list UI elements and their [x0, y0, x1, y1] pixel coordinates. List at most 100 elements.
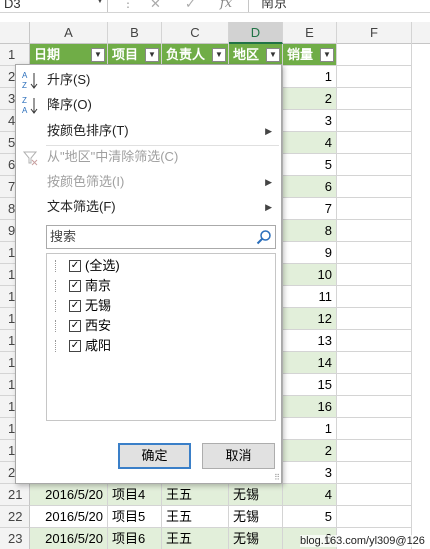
sort-descending-item[interactable]: Z A 降序(O): [16, 92, 281, 118]
checkbox-icon[interactable]: ✓: [69, 340, 81, 352]
text-filter-item[interactable]: 文本筛选(F) ▶: [16, 194, 281, 220]
cell[interactable]: [337, 264, 412, 286]
cell[interactable]: 项目4: [108, 484, 162, 506]
search-icon[interactable]: [256, 229, 272, 245]
cell[interactable]: 9: [283, 242, 337, 264]
filter-dropdown-icon[interactable]: ▼: [145, 48, 159, 62]
cell[interactable]: [337, 396, 412, 418]
cell[interactable]: 1: [283, 418, 337, 440]
cell[interactable]: [337, 154, 412, 176]
cell[interactable]: [337, 418, 412, 440]
cell[interactable]: 3: [283, 462, 337, 484]
checkbox-icon[interactable]: ✓: [69, 320, 81, 332]
cell[interactable]: 3: [283, 110, 337, 132]
cell[interactable]: [337, 44, 412, 66]
cell[interactable]: [337, 352, 412, 374]
name-box[interactable]: D3: [0, 0, 108, 12]
column-header-b[interactable]: B: [108, 22, 162, 44]
resize-grip-icon[interactable]: ⠿: [274, 473, 280, 482]
select-all-corner[interactable]: [0, 22, 30, 44]
cell[interactable]: 14: [283, 352, 337, 374]
sort-by-color-item[interactable]: 按颜色排序(T) ▶: [16, 118, 281, 144]
cell[interactable]: [337, 440, 412, 462]
cancel-button[interactable]: 取消: [202, 443, 275, 469]
cell[interactable]: [337, 462, 412, 484]
cell[interactable]: [337, 132, 412, 154]
cell[interactable]: [337, 286, 412, 308]
checkbox-icon[interactable]: ✓: [69, 260, 81, 272]
filter-dropdown-icon[interactable]: ▼: [320, 48, 334, 62]
filter-search-input[interactable]: 搜索: [46, 225, 276, 249]
cell[interactable]: [337, 110, 412, 132]
cell[interactable]: 王五: [162, 528, 229, 549]
cell[interactable]: 12: [283, 308, 337, 330]
header-cell-sales[interactable]: 销量 ▼: [283, 44, 337, 66]
column-header-f[interactable]: F: [337, 22, 412, 44]
column-header-d[interactable]: D: [229, 22, 283, 44]
filter-value-list[interactable]: ✓ (全选) ✓ 南京 ✓ 无锡 ✓ 西安 ✓ 咸阳: [46, 253, 276, 421]
cell[interactable]: [337, 220, 412, 242]
cell[interactable]: 1: [283, 66, 337, 88]
cell[interactable]: [337, 88, 412, 110]
cell[interactable]: 5: [283, 506, 337, 528]
cancel-entry-icon[interactable]: ✕: [150, 0, 161, 12]
ok-button[interactable]: 确定: [118, 443, 191, 469]
cell[interactable]: 7: [283, 198, 337, 220]
cell[interactable]: 王五: [162, 506, 229, 528]
cell[interactable]: [337, 506, 412, 528]
cell[interactable]: 2: [283, 88, 337, 110]
cell[interactable]: 项目5: [108, 506, 162, 528]
cell[interactable]: 王五: [162, 484, 229, 506]
cell[interactable]: 4: [283, 132, 337, 154]
cell[interactable]: 2016/5/20: [30, 506, 108, 528]
cell[interactable]: 2016/5/20: [30, 484, 108, 506]
filter-dropdown-icon[interactable]: ▼: [91, 48, 105, 62]
filter-by-color-item[interactable]: 按颜色筛选(I) ▶: [16, 169, 281, 195]
name-box-dropdown-icon[interactable]: ▼: [96, 0, 104, 5]
row-header[interactable]: 1: [0, 44, 30, 66]
cell[interactable]: 13: [283, 330, 337, 352]
cell[interactable]: [337, 176, 412, 198]
cell[interactable]: [337, 484, 412, 506]
sort-ascending-item[interactable]: A Z 升序(S): [16, 67, 281, 93]
checkbox-icon[interactable]: ✓: [69, 280, 81, 292]
header-cell-region[interactable]: 地区 ▼: [229, 44, 283, 66]
header-cell-owner[interactable]: 负责人 ▼: [162, 44, 229, 66]
checkbox-icon[interactable]: ✓: [69, 300, 81, 312]
cell[interactable]: [337, 198, 412, 220]
header-cell-date[interactable]: 日期 ▼: [30, 44, 108, 66]
cell[interactable]: 无锡: [229, 506, 283, 528]
filter-dropdown-icon[interactable]: ▼: [212, 48, 226, 62]
cell[interactable]: 2016/5/20: [30, 528, 108, 549]
confirm-entry-icon[interactable]: ✓: [185, 0, 196, 12]
cell[interactable]: 2: [283, 440, 337, 462]
cell[interactable]: 4: [283, 484, 337, 506]
cell[interactable]: 5: [283, 154, 337, 176]
cell[interactable]: 10: [283, 264, 337, 286]
cell[interactable]: 无锡: [229, 528, 283, 549]
cell[interactable]: [337, 308, 412, 330]
clear-filter-icon: [22, 151, 38, 166]
formula-input[interactable]: 南京: [248, 0, 430, 12]
row-header[interactable]: 21: [0, 484, 30, 506]
cell[interactable]: 16: [283, 396, 337, 418]
cell[interactable]: 8: [283, 220, 337, 242]
cell[interactable]: [337, 66, 412, 88]
column-header-e[interactable]: E: [283, 22, 337, 44]
cell[interactable]: [337, 330, 412, 352]
cell[interactable]: [337, 374, 412, 396]
cell[interactable]: [337, 242, 412, 264]
header-cell-item[interactable]: 项目 ▼: [108, 44, 162, 66]
insert-function-icon[interactable]: fx: [220, 0, 232, 12]
cell[interactable]: 无锡: [229, 484, 283, 506]
column-header-c[interactable]: C: [162, 22, 229, 44]
row-header[interactable]: 22: [0, 506, 30, 528]
row-header[interactable]: 23: [0, 528, 30, 549]
cell[interactable]: 11: [283, 286, 337, 308]
filter-dropdown-icon[interactable]: ▼: [266, 48, 280, 62]
column-header-a[interactable]: A: [30, 22, 108, 44]
cell[interactable]: 6: [283, 176, 337, 198]
cell[interactable]: 15: [283, 374, 337, 396]
cell[interactable]: 项目6: [108, 528, 162, 549]
clear-filter-item[interactable]: 从"地区"中清除筛选(C): [16, 144, 281, 170]
